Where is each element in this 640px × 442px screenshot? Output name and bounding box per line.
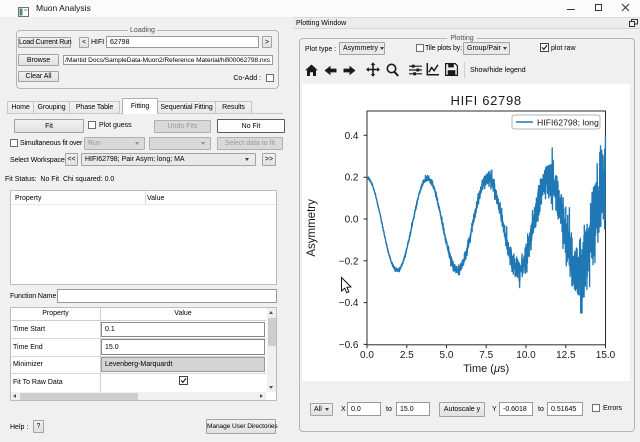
svg-text:Asymmetry: Asymmetry <box>306 199 318 257</box>
svg-text:0.2: 0.2 <box>345 173 359 184</box>
svg-text:HIFI 62798: HIFI 62798 <box>451 93 522 108</box>
svg-text:0.0: 0.0 <box>360 350 374 361</box>
svg-text:0.4: 0.4 <box>345 131 359 142</box>
svg-text:Time (μs): Time (μs) <box>463 363 509 375</box>
svg-text:HIFI62798; long: HIFI62798; long <box>537 118 599 128</box>
svg-text:7.5: 7.5 <box>479 350 493 361</box>
svg-text:10.0: 10.0 <box>516 350 536 361</box>
svg-text:−0.4: −0.4 <box>339 298 359 309</box>
svg-text:−0.2: −0.2 <box>339 256 359 267</box>
svg-text:5.0: 5.0 <box>440 350 454 361</box>
svg-text:12.5: 12.5 <box>556 350 576 361</box>
svg-text:−0.6: −0.6 <box>339 340 359 351</box>
svg-text:15.0: 15.0 <box>596 350 616 361</box>
svg-text:2.5: 2.5 <box>400 350 414 361</box>
svg-text:0.0: 0.0 <box>345 215 359 226</box>
